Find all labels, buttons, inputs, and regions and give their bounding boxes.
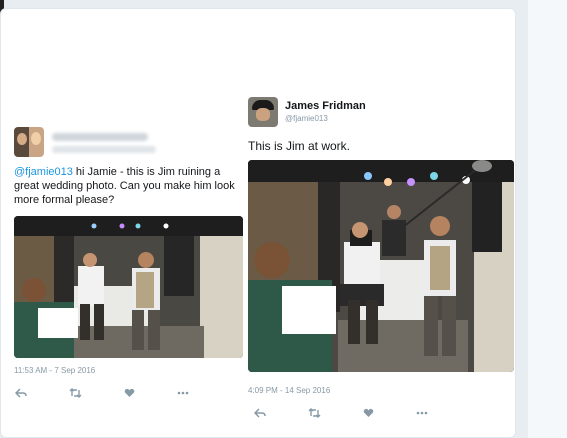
- mention-link[interactable]: @fjamie013: [14, 166, 73, 178]
- more-icon[interactable]: [176, 387, 190, 399]
- tweet-thread-card: @fjamie013 hi Jamie - this is Jim ruinin…: [0, 8, 516, 438]
- tweet-text: @fjamie013 hi Jamie - this is Jim ruinin…: [14, 165, 243, 207]
- avatar[interactable]: [248, 97, 278, 127]
- tweet-photo[interactable]: [14, 216, 243, 358]
- avatar[interactable]: [14, 127, 44, 157]
- reply-icon[interactable]: [14, 387, 28, 399]
- tweet-photo[interactable]: [248, 160, 514, 372]
- reply-icon[interactable]: [253, 407, 267, 419]
- retweet-icon[interactable]: [68, 387, 82, 399]
- tweet-text: This is Jim at work.: [248, 139, 351, 153]
- tweet-actions: [14, 387, 230, 399]
- more-icon[interactable]: [415, 407, 429, 419]
- wedding-photo-image: [14, 216, 243, 358]
- display-name[interactable]: James Fridman: [285, 100, 366, 112]
- heart-icon[interactable]: [361, 407, 375, 419]
- tweet-actions: [253, 407, 469, 419]
- right-sidebar: [528, 0, 567, 438]
- blurred-handle: [52, 146, 156, 153]
- heart-icon[interactable]: [122, 387, 136, 399]
- retweet-icon[interactable]: [307, 407, 321, 419]
- edited-photo-image: [248, 160, 514, 372]
- user-handle[interactable]: @fjamie013: [285, 114, 328, 123]
- blurred-display-name: [52, 133, 148, 141]
- tweet-timestamp[interactable]: 11:53 AM - 7 Sep 2016: [14, 366, 95, 375]
- tweet-timestamp[interactable]: 4:09 PM - 14 Sep 2016: [248, 386, 330, 395]
